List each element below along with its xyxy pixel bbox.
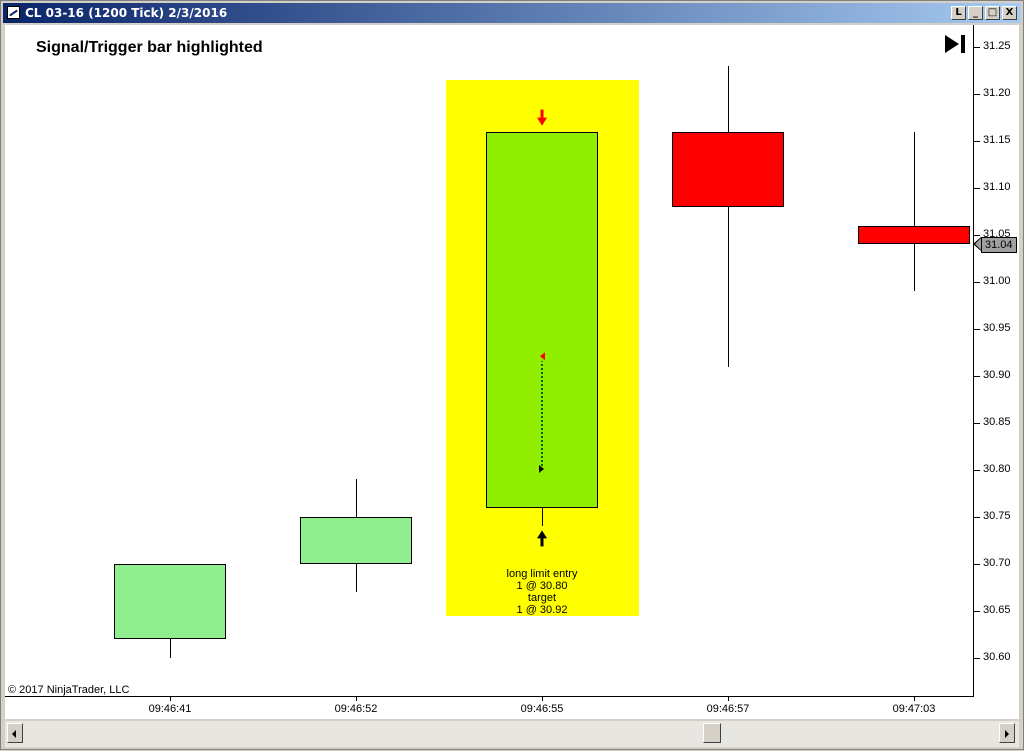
up-arrow-icon [537,530,547,539]
x-tick [914,696,915,701]
skip-to-end-icon[interactable] [943,34,967,54]
y-tick-label: 30.80 [983,463,1011,475]
y-tick [974,470,980,471]
x-tick [542,696,543,701]
order-label: long limit entry 1 @ 30.80 target 1 @ 30.92 [507,568,578,616]
y-tick [974,517,980,518]
x-tick-label: 09:46:55 [520,703,564,715]
y-tick-label: 30.60 [983,651,1011,663]
signal-arrow-shaft [540,109,544,119]
arrow-left-icon [12,730,16,738]
entry-arrow-shaft [540,537,544,547]
y-tick [974,423,980,424]
x-tick-label: 09:46:41 [148,703,192,715]
arrow-right-icon [1005,730,1009,738]
y-tick-label: 30.95 [983,322,1011,334]
x-tick-label: 09:46:52 [334,703,378,715]
y-tick-label: 31.25 [983,40,1011,52]
horizontal-scrollbar[interactable] [5,721,1019,747]
chart-title: Signal/Trigger bar highlighted [36,39,263,56]
y-axis-line [973,25,974,697]
y-tick-label: 30.65 [983,604,1011,616]
y-tick [974,94,980,95]
scroll-thumb[interactable] [703,723,721,743]
y-tick [974,282,980,283]
order-label-line: 1 @ 30.80 [516,580,568,593]
y-tick-label: 30.90 [983,369,1011,381]
last-price-pointer [973,237,981,251]
y-tick-label: 30.75 [983,510,1011,522]
x-tick-label: 09:46:57 [706,703,750,715]
entry-marker-icon [539,465,544,473]
y-tick [974,329,980,330]
y-tick-label: 31.15 [983,134,1011,146]
last-price-label: 31.04 [981,237,1017,253]
x-tick [170,696,171,701]
y-tick [974,235,980,236]
order-annotations [537,109,547,547]
target-marker-icon [540,352,545,361]
y-tick-label: 31.00 [983,275,1011,287]
y-tick [974,376,980,377]
x-axis-line [5,696,974,697]
order-label-line: 1 @ 30.92 [516,604,568,617]
y-tick [974,611,980,612]
y-tick-label: 30.85 [983,416,1011,428]
y-tick [974,47,980,48]
y-tick [974,564,980,565]
order-label-line: target [527,592,557,605]
x-tick [728,696,729,701]
down-arrow-icon [537,117,547,126]
x-tick [356,696,357,701]
y-tick [974,188,980,189]
y-tick [974,658,980,659]
order-label-line: long limit entry [506,568,578,581]
scroll-right-button[interactable] [999,723,1015,743]
y-tick-label: 30.70 [983,557,1011,569]
y-tick-label: 31.20 [983,87,1011,99]
y-tick [974,141,980,142]
chart-window: CL 03-16 (1200 Tick) 2/3/2016 L _ □ X lo… [0,0,1024,750]
y-tick-label: 31.10 [983,181,1011,193]
copyright-text: © 2017 NinjaTrader, LLC [8,684,130,696]
x-tick-label: 09:47:03 [892,703,936,715]
scroll-left-button[interactable] [7,723,23,743]
